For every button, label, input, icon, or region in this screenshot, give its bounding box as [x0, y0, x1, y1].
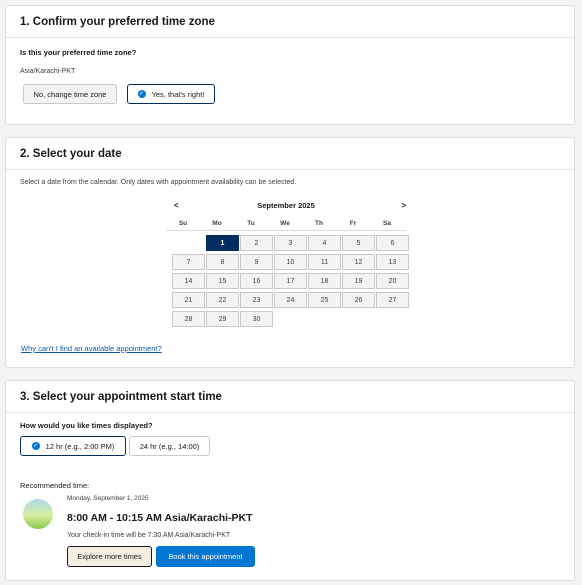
time-card-title: 3. Select your appointment start time: [6, 381, 574, 413]
book-label: Book this appointment: [168, 552, 243, 561]
explore-label: Explore more times: [77, 552, 142, 561]
check-icon: ✓: [31, 442, 40, 450]
weekday-su: Su: [178, 220, 188, 227]
calendar-day-24[interactable]: 24: [274, 292, 307, 308]
recommended-label: Recommended time:: [20, 481, 90, 490]
time-format-question: How would you like times displayed?: [20, 421, 153, 430]
calendar-day-5[interactable]: 5: [342, 235, 375, 251]
date-instructions: Select a date from the calendar. Only da…: [20, 179, 297, 186]
calendar-day-2[interactable]: 2: [240, 235, 273, 251]
appointment-date: Monday, September 1, 2025: [67, 495, 149, 502]
sunrise-icon: [23, 499, 53, 529]
timezone-card-title: 1. Confirm your preferred time zone: [6, 6, 574, 38]
weekday-tu: Tu: [247, 220, 255, 227]
check-icon: ✓: [137, 90, 146, 98]
timezone-question: Is this your preferred time zone?: [20, 48, 137, 57]
time-card: 3. Select your appointment start time Ho…: [5, 380, 575, 581]
calendar-day-7[interactable]: 7: [172, 254, 205, 270]
format-12hr-label: 12 hr (e.g., 2:00 PM): [45, 441, 115, 451]
calendar-day-26[interactable]: 26: [342, 292, 375, 308]
calendar-day-29[interactable]: 29: [206, 311, 239, 327]
weekday-row: Su Mo Tu We Th Fr Sa: [166, 220, 406, 231]
change-timezone-label: No, change time zone: [33, 89, 107, 99]
explore-more-times-button[interactable]: Explore more times: [67, 546, 152, 567]
calendar-day-11[interactable]: 11: [308, 254, 341, 270]
month-label: September 2025: [257, 201, 315, 210]
calendar-day-19[interactable]: 19: [342, 273, 375, 289]
weekday-th: Th: [315, 220, 323, 227]
calendar-day-27[interactable]: 27: [376, 292, 409, 308]
calendar-day-3[interactable]: 3: [274, 235, 307, 251]
weekday-sa: Sa: [383, 220, 391, 227]
format-24hr-label: 24 hr (e.g., 14:00): [139, 441, 200, 451]
next-month-icon[interactable]: >: [401, 201, 406, 210]
calendar-day-22[interactable]: 22: [206, 292, 239, 308]
timezone-card: 1. Confirm your preferred time zone Is t…: [5, 5, 575, 125]
calendar-day-9[interactable]: 9: [240, 254, 273, 270]
calendar-header: < September 2025 >: [166, 200, 406, 212]
calendar-day-21[interactable]: 21: [172, 292, 205, 308]
calendar-day-14[interactable]: 14: [172, 273, 205, 289]
checkin-time: Your check-in time will be 7:30 AM Asia/…: [67, 532, 231, 539]
weekday-we: We: [280, 220, 290, 227]
calendar-day-28[interactable]: 28: [172, 311, 205, 327]
calendar-day-4[interactable]: 4: [308, 235, 341, 251]
calendar-day-16[interactable]: 16: [240, 273, 273, 289]
calendar-day-17[interactable]: 17: [274, 273, 307, 289]
book-appointment-button[interactable]: Book this appointment: [156, 546, 255, 567]
calendar-day-23[interactable]: 23: [240, 292, 273, 308]
weekday-fr: Fr: [349, 220, 357, 227]
format-12hr-button[interactable]: ✓ 12 hr (e.g., 2:00 PM): [20, 436, 126, 456]
appointment-time-range: 8:00 AM - 10:15 AM Asia/Karachi-PKT: [67, 512, 253, 524]
confirm-timezone-button[interactable]: ✓ Yes, that's right!: [127, 84, 215, 104]
calendar-day-1[interactable]: 1: [206, 235, 239, 251]
calendar-day-15[interactable]: 15: [206, 273, 239, 289]
confirm-timezone-label: Yes, that's right!: [151, 89, 205, 99]
change-timezone-button[interactable]: No, change time zone: [23, 84, 117, 104]
availability-help-link[interactable]: Why can't I find an available appointmen…: [21, 344, 162, 353]
calendar-day-18[interactable]: 18: [308, 273, 341, 289]
calendar-day-8[interactable]: 8: [206, 254, 239, 270]
calendar-day-30[interactable]: 30: [240, 311, 273, 327]
calendar-day-20[interactable]: 20: [376, 273, 409, 289]
calendar-day-13[interactable]: 13: [376, 254, 409, 270]
calendar-day-12[interactable]: 12: [342, 254, 375, 270]
date-card: 2. Select your date Select a date from t…: [5, 137, 575, 368]
format-24hr-button[interactable]: 24 hr (e.g., 14:00): [129, 436, 210, 456]
timezone-value: Asia/Karachi-PKT: [20, 68, 76, 75]
date-card-title: 2. Select your date: [6, 138, 574, 170]
calendar-day-10[interactable]: 10: [274, 254, 307, 270]
calendar-day-6[interactable]: 6: [376, 235, 409, 251]
weekday-mo: Mo: [212, 220, 222, 227]
calendar-day-25[interactable]: 25: [308, 292, 341, 308]
